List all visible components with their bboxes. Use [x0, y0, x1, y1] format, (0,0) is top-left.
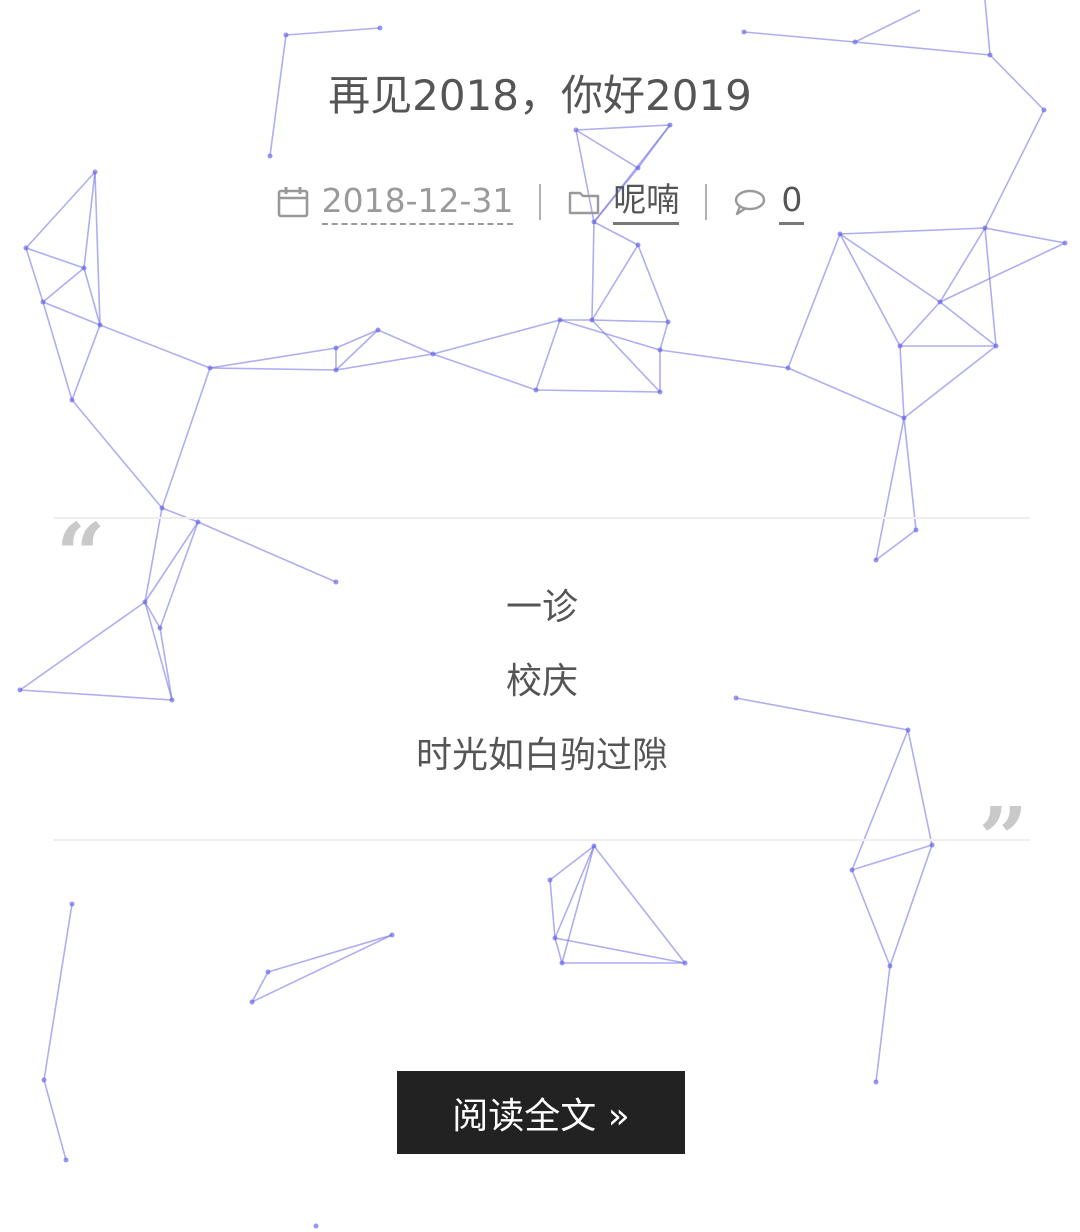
folder-icon	[567, 185, 601, 219]
post-title[interactable]: 再见2018，你好2019	[0, 62, 1080, 123]
excerpt-line: 时光如白驹过隙	[415, 735, 668, 776]
post-card: 再见2018，你好2019 2018-12-31 呢喃 0 “ 一诊 校庆 时光…	[0, 0, 1080, 1232]
excerpt-lines: 一诊 校庆 时光如白驹过隙	[54, 585, 1030, 807]
post-comment-count[interactable]: 0	[779, 178, 805, 225]
meta-separator	[705, 183, 708, 220]
read-more-button[interactable]: 阅读全文 »	[397, 1071, 685, 1154]
excerpt-line: 校庆	[505, 661, 578, 702]
excerpt-line: 一诊	[505, 587, 578, 628]
meta-separator	[539, 183, 542, 220]
post-excerpt-blockquote: “ 一诊 校庆 时光如白驹过隙 ”	[54, 513, 1030, 883]
post-date: 2018-12-31	[276, 179, 514, 225]
post-date-link[interactable]: 2018-12-31	[321, 179, 514, 225]
post-category-link[interactable]: 呢喃	[613, 178, 680, 225]
close-quote-mark: ”	[978, 789, 1028, 890]
post-meta: 2018-12-31 呢喃 0	[0, 178, 1080, 225]
post-category: 呢喃	[567, 178, 680, 225]
calendar-icon	[276, 185, 310, 219]
post-comments: 0	[733, 178, 805, 225]
comment-bubble-icon	[733, 185, 767, 219]
